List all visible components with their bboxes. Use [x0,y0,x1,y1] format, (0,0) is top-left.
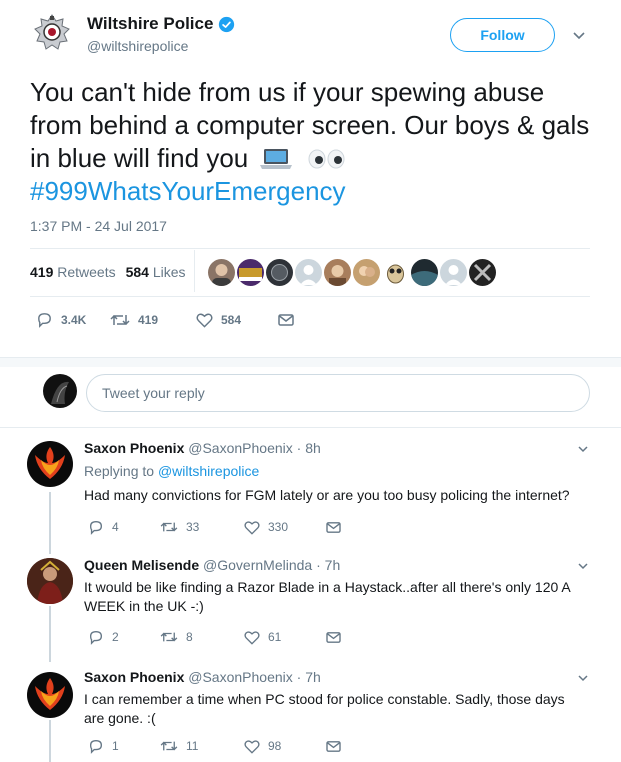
reply-handle[interactable]: @GovernMelinda [203,557,312,573]
divider [30,296,590,297]
verified-icon [219,16,235,32]
direct-message-icon [326,521,341,533]
reply-time[interactable]: 7h [325,557,341,573]
reply-button[interactable]: 2 [88,629,160,645]
retweet-icon [160,741,178,751]
reply-author[interactable]: Queen Melisende @GovernMelinda · 7h [84,557,340,573]
likers-avatars [208,259,496,286]
thread-line [49,606,51,662]
retweet-button[interactable]: 8 [160,630,244,644]
likes-stat[interactable]: 584 Likes [126,264,186,280]
replying-to: Replying to @wiltshirepolice [84,463,260,479]
reply-text: It would be like finding a Razor Blade i… [84,579,570,614]
thread-line [49,492,51,554]
chevron-down-icon[interactable] [577,672,589,684]
liker-avatar[interactable] [237,259,264,286]
like-icon [196,313,213,328]
section-band [0,357,621,367]
liker-avatar[interactable] [208,259,235,286]
like-button[interactable]: 98 [244,739,326,754]
replying-to-link[interactable]: @wiltshirepolice [158,463,259,479]
retweet-button[interactable]: 33 [160,520,244,534]
retweet-button[interactable]: 419 [110,312,196,328]
tweet-actions: 3.4K 419 584 [36,311,294,328]
reply-button[interactable]: 4 [88,519,160,535]
author-name-text[interactable]: Wiltshire Police [87,14,213,34]
author-handle[interactable]: @wiltshirepolice [87,38,188,54]
like-icon [244,520,260,535]
reply-actions: 1 11 98 [88,738,341,754]
like-button[interactable]: 584 [196,312,278,328]
reply-time[interactable]: 7h [305,669,321,685]
reply-author[interactable]: Saxon Phoenix @SaxonPhoenix · 8h [84,440,321,456]
reply-icon [89,630,103,645]
tweet-text: You can't hide from us if your spewing a… [30,76,600,208]
hashtag-link[interactable]: #999WhatsYourEmergency [30,176,346,206]
reply-author[interactable]: Saxon Phoenix @SaxonPhoenix · 7h [84,669,321,685]
like-icon [244,739,260,754]
liker-avatar[interactable] [469,259,496,286]
retweet-icon [160,632,178,642]
reply-actions: 2 8 61 [88,629,341,645]
direct-message-button[interactable] [326,521,341,534]
like-button[interactable]: 330 [244,520,326,535]
laptop-emoji-icon [260,149,293,169]
retweet-icon [110,314,130,325]
divider [0,427,621,428]
eyes-emoji-icon [308,149,345,169]
wiltshire-police-avatar[interactable] [34,14,70,50]
police-badge-icon [34,14,70,50]
liker-avatar[interactable] [353,259,380,286]
like-button[interactable]: 61 [244,630,326,645]
liker-avatar[interactable] [440,259,467,286]
direct-message-icon [326,740,341,752]
retweet-count: 419 [138,312,159,327]
liker-avatar[interactable] [382,259,409,286]
tweet-timestamp[interactable]: 1:37 PM - 24 Jul 2017 [30,218,167,234]
direct-message-icon [326,631,341,643]
like-count: 584 [221,312,242,327]
reply-icon [89,520,103,535]
follow-button[interactable]: Follow [450,18,555,52]
reply-avatar[interactable] [27,558,73,604]
direct-message-button[interactable] [326,631,341,644]
reply-button[interactable]: 1 [88,738,160,754]
reply-time[interactable]: 8h [305,440,321,456]
chevron-down-icon[interactable] [572,28,586,42]
reply-actions: 4 33 330 [88,519,341,535]
retweet-button[interactable]: 11 [160,739,244,753]
reply-icon [38,313,51,328]
reply-icon [89,739,103,754]
reply-input[interactable]: Tweet your reply [86,374,590,412]
direct-message-button[interactable] [278,313,294,327]
divider [30,248,590,249]
direct-message-icon [278,313,294,326]
chevron-down-icon[interactable] [577,443,589,455]
reply-count: 3.4K [61,312,87,327]
liker-avatar[interactable] [411,259,438,286]
reply-avatar[interactable] [27,441,73,487]
reply-text: I can remember a time when PC stood for … [84,691,565,726]
reply-button[interactable]: 3.4K [36,311,110,328]
reply-text: Had many convictions for FGM lately or a… [84,487,570,503]
liker-avatar[interactable] [324,259,351,286]
stats-separator [194,250,195,292]
liker-avatar[interactable] [295,259,322,286]
chevron-down-icon[interactable] [577,560,589,572]
tweet-stats: 419 Retweets 584 Likes [30,264,186,280]
reply-handle[interactable]: @SaxonPhoenix [188,440,293,456]
current-user-avatar [43,374,77,408]
reply-avatar[interactable] [27,672,73,718]
thread-line [49,720,51,762]
author-name[interactable]: Wiltshire Police [87,14,235,34]
like-icon [244,630,260,645]
liker-avatar[interactable] [266,259,293,286]
reply-handle[interactable]: @SaxonPhoenix [188,669,293,685]
retweets-stat[interactable]: 419 Retweets [30,264,116,280]
direct-message-button[interactable] [326,740,341,753]
retweet-icon [160,522,178,532]
